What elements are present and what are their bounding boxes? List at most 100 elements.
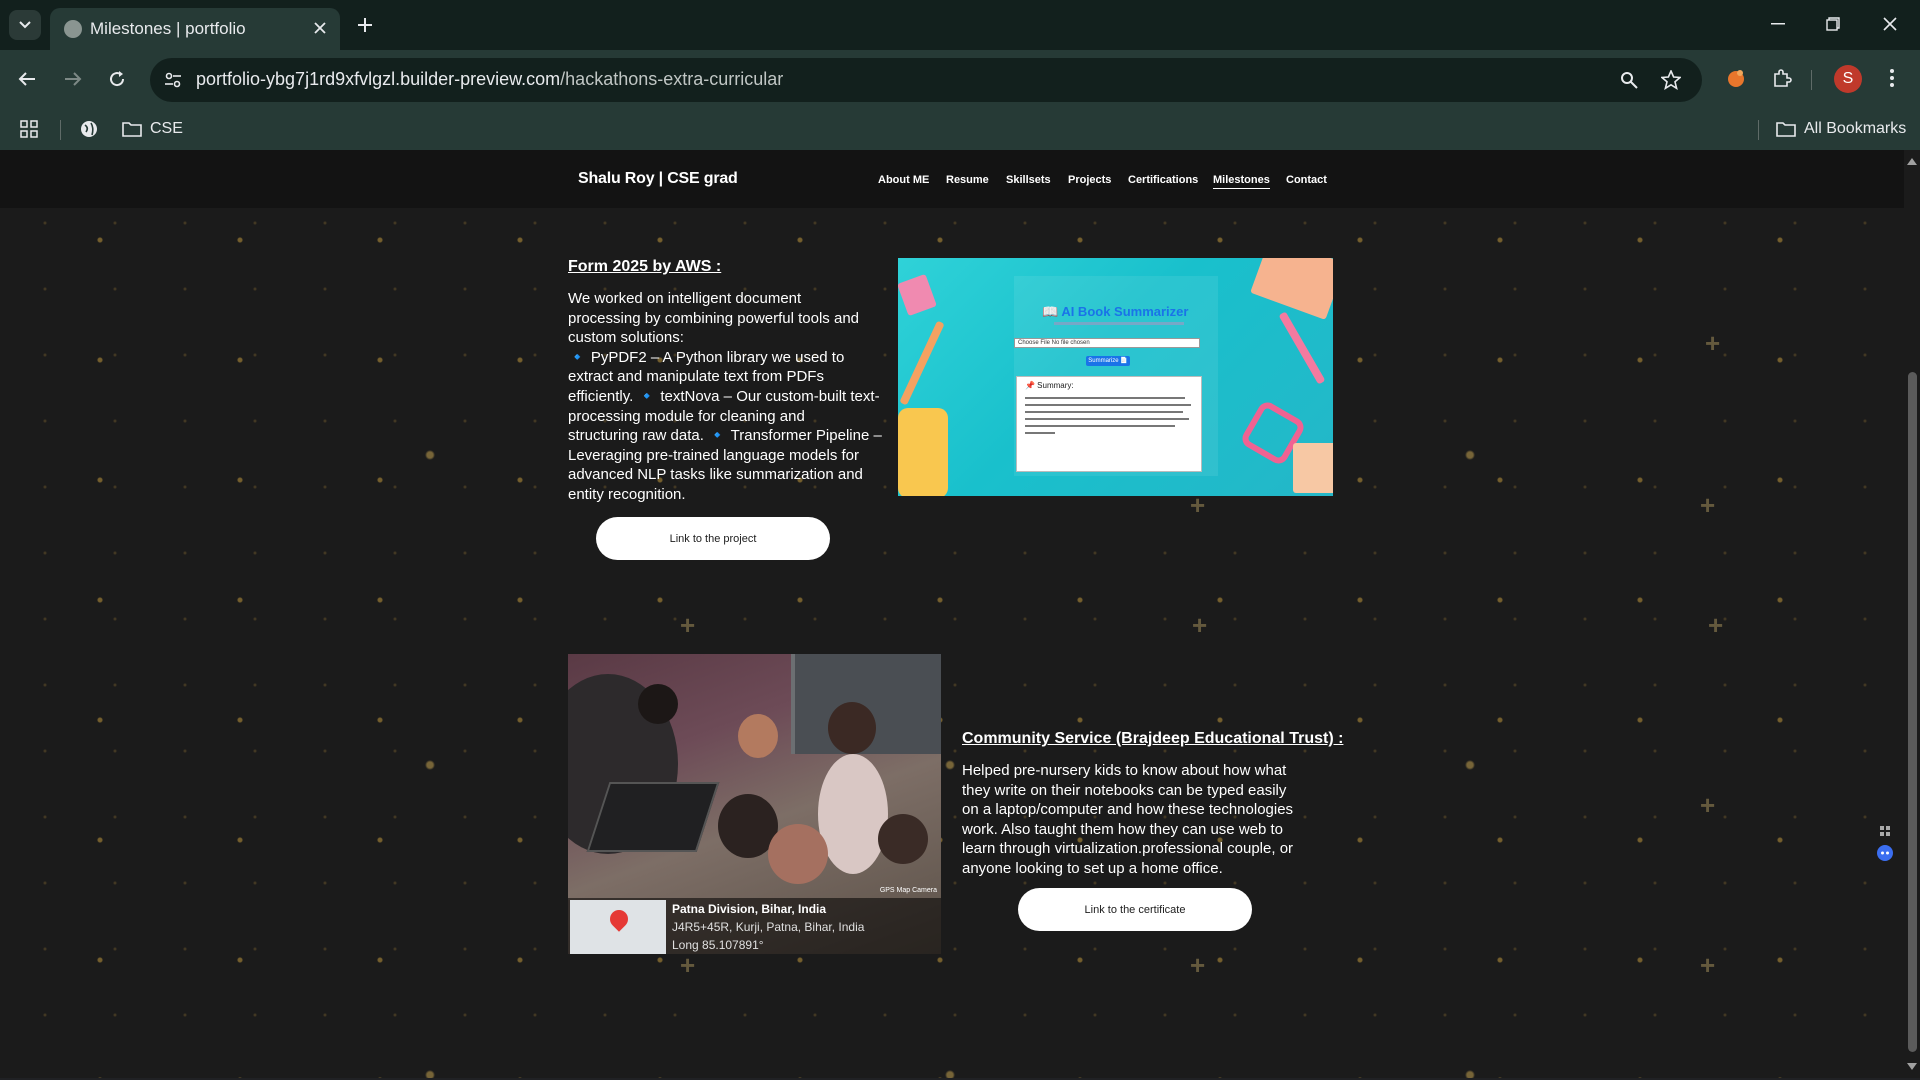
zoom-button[interactable] bbox=[1616, 67, 1642, 93]
url-text: portfolio-ybg7j1rd9xfvlgzl.builder-previ… bbox=[196, 69, 783, 90]
app-subtitle-line bbox=[1054, 322, 1184, 325]
close-icon bbox=[1883, 17, 1897, 31]
bookmark-folder-cse[interactable]: CSE bbox=[122, 114, 183, 144]
minimize-button[interactable] bbox=[1758, 10, 1798, 38]
tab-strip: Milestones | portfolio bbox=[0, 0, 1920, 50]
tune-icon bbox=[165, 72, 181, 88]
aws-description: We worked on intelligent document proces… bbox=[568, 289, 898, 505]
all-bookmarks-button[interactable]: All Bookmarks bbox=[1776, 114, 1906, 144]
app-preview: 📖 AI Book Summarizer Choose File No file… bbox=[1014, 276, 1218, 476]
nav-projects[interactable]: Projects bbox=[1068, 174, 1111, 186]
nav-contact[interactable]: Contact bbox=[1286, 174, 1327, 186]
address-bar[interactable]: portfolio-ybg7j1rd9xfvlgzl.builder-previ… bbox=[150, 58, 1702, 102]
app-summary-box: 📌 Summary: bbox=[1016, 376, 1202, 472]
forward-button[interactable] bbox=[56, 62, 90, 96]
decor-shape bbox=[898, 273, 937, 317]
site-header: Shalu Roy | CSE grad About ME Resume Ski… bbox=[0, 150, 1904, 208]
photo-child bbox=[768, 824, 828, 884]
bookmark-folder-label: CSE bbox=[150, 120, 183, 137]
new-tab-button[interactable] bbox=[352, 12, 378, 38]
photo-child bbox=[828, 702, 876, 754]
toolbar-divider bbox=[1811, 70, 1812, 90]
decor-plus-icon: + bbox=[1700, 490, 1716, 520]
decor-plus-icon: + bbox=[680, 950, 696, 980]
community-line: they write on their notebooks can be typ… bbox=[962, 781, 1287, 799]
extension-fox-icon bbox=[1728, 70, 1744, 87]
chevron-down-icon bbox=[19, 21, 31, 29]
nav-resume[interactable]: Resume bbox=[946, 174, 989, 186]
bookmark-star-button[interactable] bbox=[1658, 67, 1684, 93]
close-icon bbox=[314, 22, 326, 34]
plus-icon bbox=[358, 18, 372, 32]
decor-plus-icon: + bbox=[1700, 950, 1716, 980]
arrow-right-icon bbox=[65, 72, 82, 86]
star-icon bbox=[1661, 70, 1681, 90]
bookmark-globe[interactable] bbox=[80, 114, 98, 144]
extensions-menu-button[interactable] bbox=[1766, 62, 1798, 94]
apps-button[interactable] bbox=[20, 114, 38, 144]
builder-grid-widget[interactable] bbox=[1876, 822, 1894, 840]
browser-menu-button[interactable] bbox=[1876, 62, 1908, 94]
scrollbar-thumb[interactable] bbox=[1908, 372, 1917, 1052]
bookmarks-bar: CSE All Bookmarks bbox=[0, 108, 1920, 150]
minimize-icon bbox=[1771, 23, 1785, 25]
site-brand[interactable]: Shalu Roy | CSE grad bbox=[578, 170, 738, 188]
profile-avatar[interactable]: S bbox=[1834, 65, 1862, 93]
scroll-down-icon[interactable] bbox=[1907, 1063, 1917, 1070]
tab-close-button[interactable] bbox=[308, 16, 332, 40]
builder-chat-widget[interactable] bbox=[1876, 844, 1894, 862]
aws-line: 🔹 PyPDF2 – A Python library we used to bbox=[568, 348, 845, 366]
community-service-photo: GPS Map Camera Patna Division, Bihar, In… bbox=[568, 654, 941, 954]
back-button[interactable] bbox=[10, 62, 44, 96]
puzzle-icon bbox=[1774, 69, 1792, 87]
nav-milestones[interactable]: Milestones bbox=[1213, 174, 1270, 189]
community-line: work. Also taught them how they can use … bbox=[962, 820, 1284, 838]
app-summary-label: 📌 Summary: bbox=[1025, 381, 1074, 390]
summary-text-line bbox=[1025, 418, 1189, 420]
community-section-title: Community Service (Brajdeep Educational … bbox=[962, 730, 1344, 747]
photo-address: J4R5+45R, Kurji, Patna, Bihar, India bbox=[672, 920, 865, 934]
url-path: /hackathons-extra-curricular bbox=[560, 69, 784, 89]
nav-about-me[interactable]: About ME bbox=[878, 174, 929, 186]
zoom-icon bbox=[1621, 72, 1638, 89]
decor-plus-icon: + bbox=[680, 610, 696, 640]
url-host: portfolio-ybg7j1rd9xfvlgzl.builder-previ… bbox=[196, 69, 561, 89]
browser-toolbar: portfolio-ybg7j1rd9xfvlgzl.builder-previ… bbox=[0, 50, 1920, 158]
nav-certifications[interactable]: Certifications bbox=[1128, 174, 1198, 186]
aws-line: extract and manipulate text from PDFs bbox=[568, 368, 824, 386]
extension-button[interactable] bbox=[1720, 62, 1752, 94]
project-link-button[interactable]: Link to the project bbox=[596, 517, 830, 560]
site-info-button[interactable] bbox=[160, 67, 186, 93]
app-summarize-button: Summarize 📄 bbox=[1086, 356, 1130, 366]
tab-active[interactable]: Milestones | portfolio bbox=[50, 8, 340, 50]
decor-plus-icon: + bbox=[1700, 790, 1716, 820]
nav-skillsets[interactable]: Skillsets bbox=[1006, 174, 1051, 186]
restore-button[interactable] bbox=[1813, 10, 1853, 38]
tab-title: Milestones | portfolio bbox=[90, 19, 246, 38]
decor-shape bbox=[899, 320, 945, 406]
community-line: on a laptop/computer and how these techn… bbox=[962, 801, 1294, 819]
photo-location: Patna Division, Bihar, India bbox=[672, 902, 827, 916]
decor-shape bbox=[1293, 443, 1333, 493]
certificate-link-button[interactable]: Link to the certificate bbox=[1018, 888, 1252, 931]
aws-line: entity recognition. bbox=[568, 485, 686, 503]
aws-line: advanced NLP tasks like summarization an… bbox=[568, 466, 863, 484]
aws-line: processing module for cleaning and bbox=[568, 407, 805, 425]
summary-text-line bbox=[1025, 432, 1055, 434]
scroll-up-icon[interactable] bbox=[1907, 158, 1917, 165]
tab-search-button[interactable] bbox=[9, 10, 41, 40]
photo-stamp: GPS Map Camera bbox=[879, 887, 937, 894]
summary-text-line bbox=[1025, 411, 1183, 413]
aws-section-title: Form 2025 by AWS : bbox=[568, 258, 722, 275]
reload-button[interactable] bbox=[100, 62, 134, 96]
decor-shape bbox=[1278, 311, 1326, 385]
community-line: Helped pre-nursery kids to know about ho… bbox=[962, 762, 1287, 779]
close-window-button[interactable] bbox=[1870, 10, 1910, 38]
decor-shape bbox=[1250, 258, 1333, 320]
page-viewport: + + + + + + + + + + Shalu Roy | CSE grad… bbox=[0, 150, 1904, 1078]
kebab-menu-icon bbox=[1890, 69, 1894, 87]
folder-icon bbox=[122, 122, 142, 137]
page-scrollbar[interactable] bbox=[1904, 150, 1920, 1078]
photo-child bbox=[738, 714, 778, 758]
app-file-input: Choose File No file chosen bbox=[1014, 338, 1200, 348]
